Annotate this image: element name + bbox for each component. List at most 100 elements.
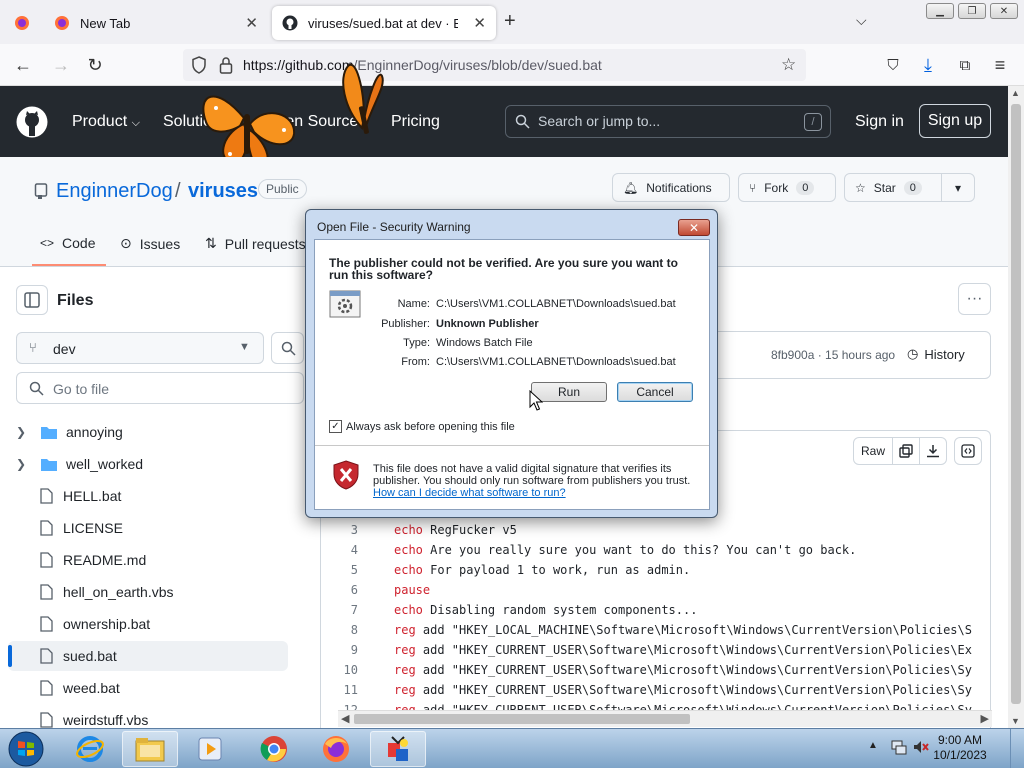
scrollbar-thumb[interactable]: [354, 714, 690, 724]
code-keyword: reg: [394, 663, 416, 677]
system-clock[interactable]: 9:00 AM 10/1/2023: [930, 733, 990, 763]
dialog-close-button[interactable]: ✕: [678, 219, 710, 236]
tree-file[interactable]: ownership.bat: [8, 609, 288, 639]
code-keyword: pause: [394, 583, 431, 597]
horizontal-scrollbar[interactable]: ◀ ▶: [338, 710, 992, 727]
help-link[interactable]: How can I decide what software to run?: [373, 487, 566, 499]
downloads-icon[interactable]: ⤓: [913, 44, 943, 86]
go-to-file-input[interactable]: Go to file: [16, 372, 304, 404]
copy-icon[interactable]: [892, 437, 920, 465]
fork-button[interactable]: ⑂ Fork 0: [738, 173, 836, 202]
always-ask-checkbox[interactable]: ✓ Always ask before opening this file: [329, 420, 515, 433]
notifications-button[interactable]: 🔔︎ Notifications: [612, 173, 730, 202]
history-link[interactable]: ◷ History: [907, 346, 965, 362]
file-explorer-icon[interactable]: [122, 731, 178, 767]
chevron-right-icon[interactable]: ❯: [16, 425, 40, 439]
sign-in-link[interactable]: Sign in: [855, 113, 904, 131]
page-vertical-scrollbar[interactable]: ▲ ▼: [1008, 86, 1024, 728]
symbols-panel-icon[interactable]: [954, 437, 982, 465]
tree-file[interactable]: weed.bat: [8, 673, 288, 703]
search-files-button[interactable]: [271, 332, 304, 364]
media-player-icon[interactable]: [182, 731, 238, 767]
code-icon: <>: [40, 236, 55, 250]
tree-folder[interactable]: ❯ well_worked: [8, 449, 288, 479]
forward-arrow-icon[interactable]: →: [46, 44, 76, 86]
github-logo-icon[interactable]: [16, 106, 48, 138]
code-keyword: reg: [394, 683, 416, 697]
tab-issues[interactable]: ⊙ Issues: [120, 235, 180, 252]
minimize-window-button[interactable]: ▁: [926, 3, 954, 19]
pocket-icon[interactable]: ⛉: [878, 44, 908, 86]
firefox-taskbar-icon[interactable]: [308, 731, 364, 767]
tree-item-label: well_worked: [66, 456, 144, 472]
internet-explorer-icon[interactable]: [62, 731, 118, 767]
repo-owner-link[interactable]: EnginnerDog: [56, 180, 173, 203]
go-to-file-placeholder: Go to file: [53, 381, 110, 397]
restore-window-button[interactable]: ❐: [958, 3, 986, 19]
history-icon: ◷: [907, 346, 919, 361]
sign-up-button[interactable]: Sign up: [919, 104, 991, 138]
file-icon: [40, 520, 53, 536]
extensions-icon[interactable]: ⧉: [950, 44, 980, 86]
back-arrow-icon[interactable]: ←: [8, 44, 38, 86]
star-dropdown-button[interactable]: ▾: [941, 173, 975, 202]
code-keyword: echo: [394, 543, 423, 557]
close-tab-icon[interactable]: ✕: [245, 14, 258, 32]
tab-firefox-view[interactable]: [4, 6, 40, 40]
branch-select[interactable]: ⑂ dev ▼: [16, 332, 264, 364]
tree-file[interactable]: README.md: [8, 545, 288, 575]
browser-tab-strip: New Tab ✕ viruses/sued.bat at dev · Engi…: [0, 0, 1024, 44]
github-search-input[interactable]: Search or jump to... /: [505, 105, 831, 138]
repo-name-link[interactable]: viruses: [188, 180, 258, 203]
tree-file[interactable]: hell_on_earth.vbs: [8, 577, 288, 607]
nav-product[interactable]: Product ⌵: [72, 113, 140, 131]
field-value: Windows Batch File: [436, 337, 533, 349]
lock-icon[interactable]: [219, 56, 233, 74]
bookmark-star-icon[interactable]: ☆: [781, 55, 796, 75]
search-icon: [515, 114, 530, 129]
field-label: Type:: [403, 337, 430, 349]
new-tab-icon[interactable]: +: [504, 10, 516, 33]
tab-code[interactable]: <> Code: [40, 235, 95, 251]
close-window-button[interactable]: ✕: [990, 3, 1018, 19]
batch-script-running-icon[interactable]: [370, 731, 426, 767]
tree-item-label: weed.bat: [63, 680, 120, 696]
field-label: Publisher:: [381, 318, 430, 330]
commit-meta[interactable]: 8fb900a · 15 hours ago: [771, 348, 895, 362]
cancel-button[interactable]: Cancel: [617, 382, 693, 402]
list-tabs-chevron-icon[interactable]: ⌵: [856, 12, 867, 29]
show-hidden-icons-icon[interactable]: ▲: [868, 740, 878, 751]
tab-pull-requests[interactable]: ⇅ Pull requests: [205, 235, 306, 252]
menu-hamburger-icon[interactable]: ≡: [985, 44, 1015, 86]
close-tab-icon[interactable]: ✕: [473, 14, 486, 32]
tab-github-sued[interactable]: viruses/sued.bat at dev · Enginn ✕: [272, 6, 496, 40]
show-desktop-button[interactable]: [1010, 729, 1024, 768]
shield-icon[interactable]: [191, 56, 207, 74]
caret-down-icon: ▼: [239, 341, 250, 353]
start-button[interactable]: [4, 729, 48, 768]
nav-pricing[interactable]: Pricing: [391, 113, 440, 131]
warning-area: This file does not have a valid digital …: [315, 446, 709, 509]
reload-icon[interactable]: ↻: [80, 44, 110, 86]
field-label: Name:: [397, 298, 430, 310]
tab-new-tab[interactable]: New Tab ✕: [44, 6, 268, 40]
shield-warning-icon: [333, 460, 359, 490]
repo-separator: /: [175, 180, 181, 202]
code-text: Disabling random system components...: [422, 603, 698, 617]
tree-file[interactable]: sued.bat: [8, 641, 288, 671]
chrome-icon[interactable]: [246, 731, 302, 767]
scrollbar-thumb[interactable]: [1011, 104, 1021, 704]
network-icon[interactable]: [890, 738, 908, 756]
chevron-right-icon[interactable]: ❯: [16, 457, 40, 471]
tree-file[interactable]: HELL.bat: [8, 481, 288, 511]
volume-muted-icon[interactable]: [912, 738, 930, 756]
file-icon: [40, 648, 53, 664]
raw-button[interactable]: Raw: [853, 437, 893, 465]
checkbox-check-icon[interactable]: ✓: [329, 420, 342, 433]
tree-folder[interactable]: ❯ annoying: [8, 417, 288, 447]
side-panel-toggle-icon[interactable]: [16, 285, 48, 315]
star-button[interactable]: ☆ Star 0: [844, 173, 942, 202]
download-icon[interactable]: [919, 437, 947, 465]
more-options-icon[interactable]: ···: [958, 283, 991, 315]
tree-file[interactable]: LICENSE: [8, 513, 288, 543]
